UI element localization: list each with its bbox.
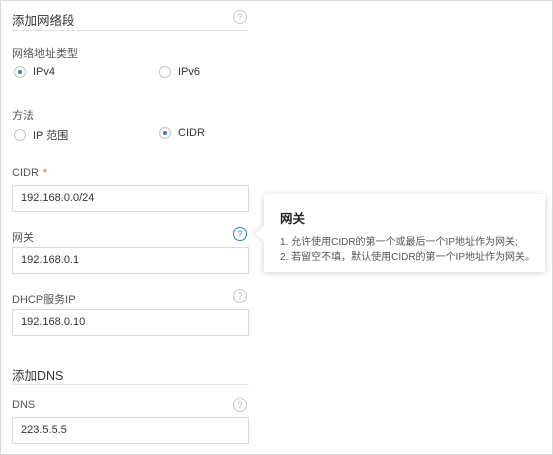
tooltip-line: 2. 若留空不填，默认使用CIDR的第一个IP地址作为网关。 — [280, 252, 536, 263]
help-icon[interactable]: ? — [233, 10, 247, 24]
help-icon[interactable]: ? — [233, 227, 247, 241]
method-label: 方法 — [12, 110, 34, 122]
cidr-label: CIDR * — [12, 167, 47, 179]
dhcp-input[interactable]: 192.168.0.10 — [12, 309, 249, 336]
radio-label: IPv4 — [33, 66, 56, 78]
radio-label: IP 范围 — [33, 130, 69, 142]
radio-ipv6[interactable]: IPv6 — [159, 66, 200, 78]
radio-ip-range[interactable]: IP 范围 — [14, 127, 68, 143]
section-title-add-segment: 添加网络段 — [12, 14, 75, 28]
radio-ipv4[interactable]: IPv4 — [14, 66, 55, 78]
radio-label: CIDR — [178, 127, 205, 139]
radio-unchecked-icon — [14, 129, 26, 141]
gateway-label: 网关 — [12, 232, 34, 244]
radio-label: IPv6 — [178, 66, 201, 78]
divider — [12, 384, 249, 385]
help-icon[interactable]: ? — [233, 289, 247, 303]
radio-checked-icon — [14, 66, 26, 78]
tooltip-title: 网关 — [280, 212, 306, 226]
divider — [12, 30, 249, 31]
radio-cidr[interactable]: CIDR — [159, 127, 205, 139]
cidr-label-text: CIDR — [12, 167, 39, 179]
gateway-input[interactable]: 192.168.0.1 — [12, 247, 249, 274]
dhcp-label: DHCP服务IP — [12, 294, 76, 306]
required-mark: * — [42, 167, 48, 179]
radio-checked-icon — [159, 127, 171, 139]
help-icon[interactable]: ? — [233, 398, 247, 412]
gateway-tooltip: 网关 1. 允许使用CIDR的第一个或最后一个IP地址作为网关; 2. 若留空不… — [264, 194, 545, 272]
radio-unchecked-icon — [159, 66, 171, 78]
tooltip-line: 1. 允许使用CIDR的第一个或最后一个IP地址作为网关; — [280, 237, 518, 248]
address-type-label: 网络地址类型 — [12, 48, 78, 60]
section-title-add-dns: 添加DNS — [12, 369, 64, 383]
dns-label: DNS — [12, 399, 36, 411]
cidr-input[interactable]: 192.168.0.0/24 — [12, 185, 249, 212]
dns-input[interactable]: 223.5.5.5 — [12, 417, 249, 444]
